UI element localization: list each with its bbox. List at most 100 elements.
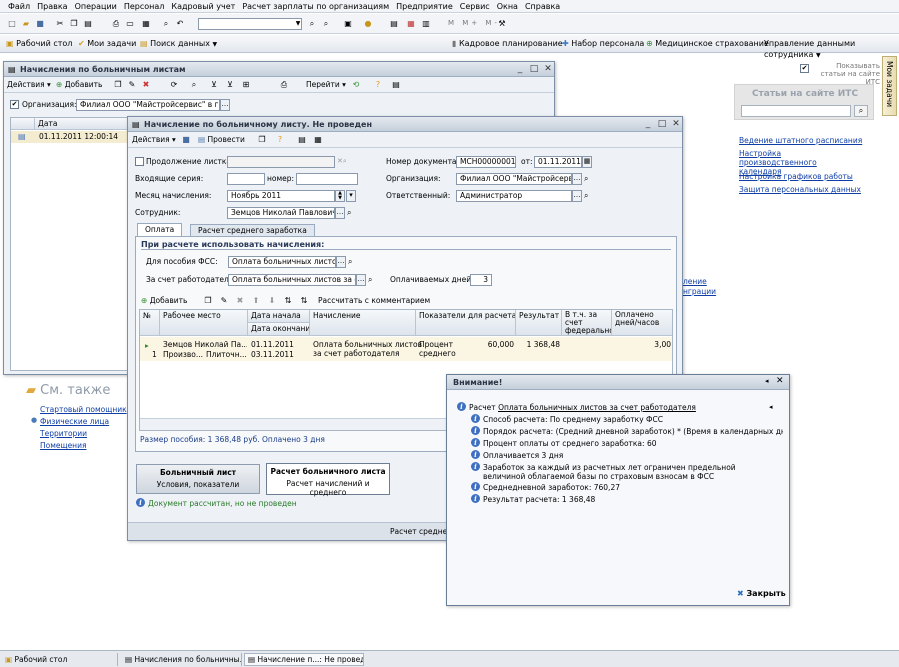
docnum-field[interactable]: МСН00000001 xyxy=(456,156,516,168)
find-icon[interactable]: ⌕ xyxy=(160,18,172,30)
list-window-maximize[interactable]: □ xyxy=(528,63,540,75)
undo-icon[interactable]: ↶ xyxy=(174,18,186,30)
list-actions-menu[interactable]: Действия ▾ xyxy=(7,80,51,89)
panel-sick-leave-calc[interactable]: Расчет больничного листа Расчет начислен… xyxy=(266,463,390,497)
org-find-icon[interactable]: ⌕ xyxy=(584,174,588,184)
table-down-icon[interactable]: ⬇ xyxy=(266,295,278,307)
notes-icon[interactable]: ▥ xyxy=(420,18,432,30)
list-filter-icon[interactable]: ⊻ xyxy=(208,79,220,91)
see-also-persons[interactable]: Физические лица xyxy=(40,417,109,426)
taskbar-item-list[interactable]: ▤ Начисления по больничны... xyxy=(122,653,242,666)
panel-item-search[interactable]: ▤ Поиск данных ▼ xyxy=(140,38,217,50)
menu-item-3[interactable]: Персонал xyxy=(124,1,165,12)
menu-item-9[interactable]: Справка xyxy=(525,1,560,12)
list-col-icon[interactable] xyxy=(11,118,35,130)
panel-sick-leave[interactable]: Больничный лист Условия, показатели xyxy=(136,464,260,494)
its-link-staff[interactable]: Ведение штатного расписания xyxy=(739,136,862,145)
list-window-minimize[interactable]: _ xyxy=(514,63,526,75)
its-search-input[interactable] xyxy=(741,105,851,117)
list-print-icon[interactable]: ⎙ xyxy=(278,79,290,91)
col-result[interactable]: Результат xyxy=(516,310,562,336)
doc-post-button[interactable]: ▤ Провести xyxy=(198,135,245,144)
wrench-icon[interactable]: ⚒ xyxy=(496,18,508,30)
fss-field[interactable]: Оплата больничных листов xyxy=(228,256,336,268)
menu-item-7[interactable]: Сервис xyxy=(460,1,490,12)
popup-collapse-icon[interactable]: ◂ xyxy=(769,403,773,411)
its-link-personal-data[interactable]: Защита персональных данных xyxy=(739,185,861,194)
menu-item-6[interactable]: Предприятие xyxy=(396,1,453,12)
search-input[interactable] xyxy=(198,18,302,30)
calendar-icon[interactable]: ▦ xyxy=(140,18,152,30)
table-sort-desc-icon[interactable]: ⇅ xyxy=(298,295,310,307)
see-also-territories[interactable]: Территории xyxy=(40,429,87,438)
continuation-field[interactable] xyxy=(227,156,335,168)
desktop-partial-link-1[interactable]: ление xyxy=(683,277,707,286)
popup-menu-icon[interactable]: ◂ xyxy=(765,377,769,385)
doc-actions-menu[interactable]: Действия ▾ xyxy=(132,135,176,144)
col-paid-days[interactable]: Оплачено дней/часов xyxy=(612,310,672,336)
col-federal[interactable]: В т.ч. за счет федерального xyxy=(562,310,612,336)
doc-window-maximize[interactable]: □ xyxy=(656,118,668,130)
table-sort-asc-icon[interactable]: ⇅ xyxy=(282,295,294,307)
table-delete-icon[interactable]: ✖ xyxy=(234,295,246,307)
employer-field[interactable]: Оплата больничных листов за сче xyxy=(228,274,356,286)
list-find-icon[interactable]: ⌕ xyxy=(188,79,200,91)
menu-item-1[interactable]: Правка xyxy=(37,1,67,12)
doc-structure-icon[interactable]: ▤ xyxy=(296,134,308,146)
table-up-icon[interactable]: ⬆ xyxy=(250,295,262,307)
panel-item-insurance[interactable]: ⊕ Медицинское страхование xyxy=(646,38,769,49)
employee-find-icon[interactable]: ⌕ xyxy=(347,208,351,218)
doc-help-icon[interactable]: ? xyxy=(274,134,286,146)
see-also-start[interactable]: Стартовый помощник xyxy=(40,405,127,414)
date-field[interactable]: 01.11.2011 xyxy=(534,156,582,168)
popup-close-icon[interactable]: ✕ xyxy=(776,376,784,386)
save-icon[interactable]: ■ xyxy=(34,18,46,30)
resp-find-icon[interactable]: ⌕ xyxy=(584,191,588,201)
table-row[interactable]: ▸ 1 Земцов Николай Па... Произво... Плит… xyxy=(140,337,672,361)
popup-head-link[interactable]: Оплата больничных листов за счет работод… xyxy=(498,403,696,412)
col-accrual[interactable]: Начисление xyxy=(310,310,416,336)
its-search-icon[interactable]: ⌕ xyxy=(854,105,868,117)
its-show-checkbox[interactable]: ✔ xyxy=(800,64,809,73)
list-add-button[interactable]: ⊕ Добавить xyxy=(56,80,102,89)
employee-select[interactable]: … xyxy=(335,207,345,219)
menu-item-2[interactable]: Операции xyxy=(75,1,117,12)
list-delete-icon[interactable]: ✖ xyxy=(140,79,152,91)
col-start-date[interactable]: Дата начала xyxy=(248,310,310,323)
side-tab-tasks[interactable]: Мои задачи xyxy=(882,56,897,116)
month-dropdown[interactable]: ▾ xyxy=(346,190,356,202)
calculator-icon[interactable]: ▤ xyxy=(388,18,400,30)
fss-select[interactable]: … xyxy=(336,256,346,268)
info-icon[interactable]: ● xyxy=(362,18,374,30)
table-copy-icon[interactable]: ❐ xyxy=(202,295,214,307)
new-doc-icon[interactable]: □ xyxy=(6,18,18,30)
search-next-icon[interactable]: ⌕ xyxy=(320,18,332,30)
doc-window-close[interactable]: ✕ xyxy=(670,118,682,130)
doc-copy-icon[interactable]: ❐ xyxy=(256,134,268,146)
its-link-schedules[interactable]: Настройка графиков работы xyxy=(739,172,853,181)
calendar2-icon[interactable]: ▦ xyxy=(405,18,417,30)
col-indicators[interactable]: Показатели для расчета xyxy=(416,310,516,336)
tab-payment[interactable]: Оплата xyxy=(137,223,183,236)
list-hierarchy-icon[interactable]: ⊞ xyxy=(240,79,252,91)
print-icon[interactable]: ⎙ xyxy=(110,18,122,30)
calc-with-comment-button[interactable]: Рассчитать с комментарием xyxy=(318,296,430,305)
list-goto-menu[interactable]: Перейти ▾ xyxy=(306,80,346,89)
col-end-date[interactable]: Дата окончания xyxy=(248,323,310,336)
list-org-select[interactable]: … xyxy=(220,99,230,111)
list-reload-icon[interactable]: ⟲ xyxy=(350,79,362,91)
panel-item-recruiting[interactable]: ✚ Набор персонала xyxy=(562,38,644,49)
panel-item-tasks[interactable]: ✔ Мои задачи xyxy=(78,38,136,49)
popup-close-button[interactable]: ✖ Закрыть xyxy=(737,589,786,598)
taskbar-item-doc[interactable]: ▤ Начисление п...: Не проведен xyxy=(244,653,364,666)
list-edit-icon[interactable]: ✎ xyxy=(126,79,138,91)
list-copy-icon[interactable]: ❐ xyxy=(112,79,124,91)
fss-find-icon[interactable]: ⌕ xyxy=(348,257,352,267)
series-field[interactable] xyxy=(227,173,265,185)
list-refresh-icon[interactable]: ⟳ xyxy=(168,79,180,91)
continuation-clear-icon[interactable]: ✕⌕ xyxy=(337,157,347,166)
resp-field[interactable]: Администратор xyxy=(456,190,572,202)
number-field[interactable] xyxy=(296,173,358,185)
org-select[interactable]: … xyxy=(572,173,582,185)
see-also-rooms[interactable]: Помещения xyxy=(40,441,86,450)
